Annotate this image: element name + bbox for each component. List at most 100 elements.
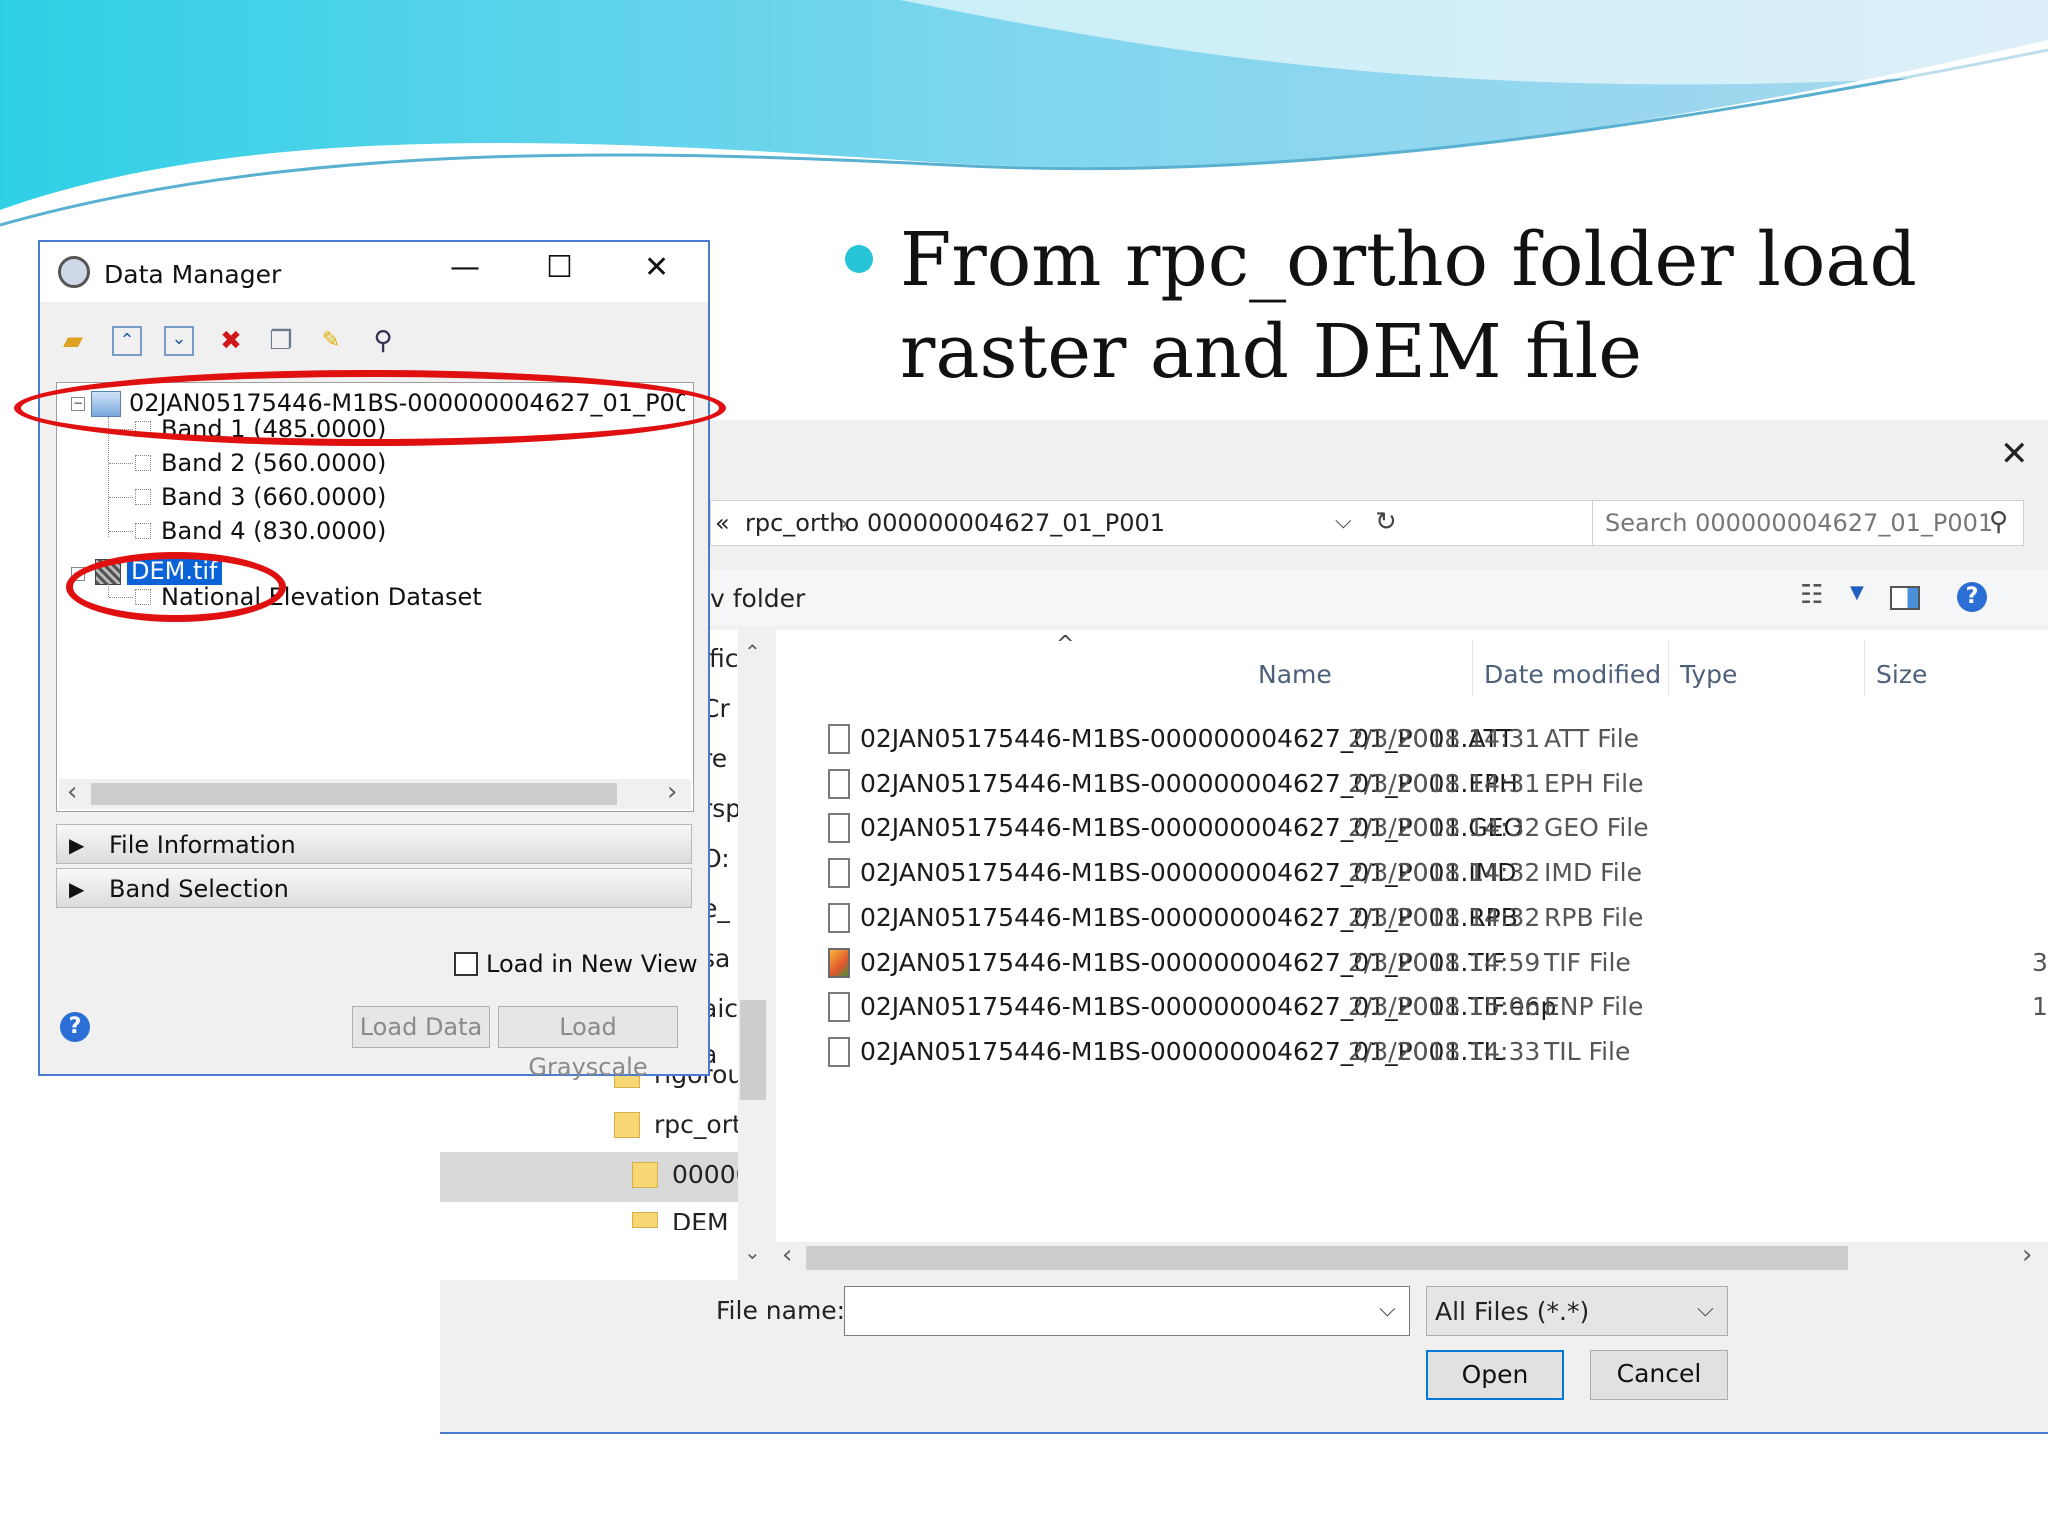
open-button[interactable]: Open [1426, 1350, 1564, 1400]
folder-icon [614, 1112, 640, 1138]
new-folder-button[interactable]: v folder [710, 584, 805, 613]
load-data-button[interactable]: Load Data [352, 1006, 490, 1048]
help-icon[interactable]: ? [60, 1012, 90, 1042]
tree-line [109, 531, 133, 532]
filter-dropdown-icon: ⌵ [1697, 1297, 1714, 1322]
search-box[interactable]: Search 000000004627_01_P001 ⚲ [1592, 500, 2024, 546]
file-type: TIF File [1544, 947, 1631, 977]
tree-hscrollbar-thumb[interactable] [91, 783, 617, 805]
help-icon[interactable]: ? [1957, 582, 1987, 612]
scroll-up-icon[interactable]: ⌃ [744, 640, 761, 664]
file-name-input[interactable]: ⌵ [844, 1286, 1410, 1336]
pin-icon[interactable]: ✎ [316, 326, 346, 356]
column-header-date[interactable]: Date modified [1484, 660, 1661, 689]
file-row[interactable]: 02JAN05175446-M1BS-000000004627_01_P001.… [776, 986, 2048, 1030]
file-type-filter-value: All Files (*.*) [1435, 1297, 1590, 1326]
band-icon [135, 455, 151, 471]
file-icon [828, 1036, 850, 1067]
tree-hscrollbar[interactable]: ‹ › [59, 777, 691, 809]
command-bar: v folder ☷ ▼ ? [710, 570, 2048, 626]
tree-line [109, 463, 133, 464]
view-dropdown-icon[interactable]: ▼ [1850, 582, 1864, 603]
highlight-oval-raster [14, 370, 726, 446]
file-row[interactable]: 02JAN05175446-M1BS-000000004627_01_P001.… [776, 897, 2048, 941]
load-in-new-view-checkbox[interactable] [454, 952, 478, 976]
band-icon [135, 489, 151, 505]
file-date: 2/3/2018 14:31 [1348, 724, 1541, 753]
file-list: ^ Name Date modified Type Size 02JAN0517… [776, 630, 2048, 1272]
column-header-size[interactable]: Size [1876, 660, 1927, 689]
column-header-name[interactable]: Name [1258, 660, 1332, 689]
preview-pane-icon[interactable] [1890, 586, 1920, 610]
file-type-filter-select[interactable]: All Files (*.*) ⌵ [1426, 1286, 1728, 1336]
band-selection-section[interactable]: ▶ Band Selection [56, 868, 692, 908]
scroll-right-icon[interactable]: › [2022, 1240, 2032, 1270]
band-icon [135, 523, 151, 539]
scroll-down-icon[interactable]: ⌄ [744, 1240, 761, 1264]
breadcrumb-current-folder[interactable]: 000000004627_01_P001 [867, 509, 1165, 537]
file-type: GEO File [1544, 813, 1649, 843]
nav-item-dem[interactable]: DEM [672, 1208, 729, 1230]
file-date: 2/3/2018 14:31 [1348, 768, 1541, 798]
band-node[interactable]: Band 2 (560.0000) [161, 449, 386, 477]
nav-item-rpc-ortho[interactable]: rpc_ort [654, 1110, 742, 1139]
load-grayscale-button[interactable]: Load Grayscale [498, 1006, 678, 1081]
scroll-left-icon[interactable]: ‹ [782, 1240, 792, 1270]
column-divider[interactable] [1472, 640, 1473, 696]
file-icon [828, 858, 850, 889]
breadcrumb-overflow[interactable]: « [715, 509, 730, 537]
file-list-hscrollbar[interactable]: ‹ › [776, 1240, 2048, 1272]
file-row[interactable]: 02JAN05175446-M1BS-000000004627_01_P001.… [776, 852, 2048, 896]
load-in-new-view-label[interactable]: Load in New View [486, 950, 698, 978]
tree-line [109, 497, 133, 498]
file-name-dropdown-icon[interactable]: ⌵ [1379, 1297, 1396, 1322]
search-input[interactable]: Search 000000004627_01_P001 [1605, 509, 1993, 537]
file-list-hscrollbar-thumb[interactable] [806, 1246, 1848, 1270]
column-divider[interactable] [1864, 640, 1865, 696]
file-size: 38 [2032, 947, 2048, 977]
header-wave-decoration [0, 0, 2048, 227]
nav-scrollbar-thumb[interactable] [740, 1000, 766, 1100]
file-information-section[interactable]: ▶ File Information [56, 824, 692, 864]
close-button[interactable]: ✕ [644, 250, 669, 285]
band-node[interactable]: Band 4 (830.0000) [161, 517, 386, 545]
section-label: File Information [109, 831, 296, 859]
file-date: 2/3/2018 15:06 [1348, 992, 1541, 1022]
scroll-left-icon[interactable]: ‹ [67, 777, 77, 807]
move-down-icon[interactable]: ⌄ [164, 326, 194, 356]
bullet-line-2: raster and DEM file [900, 309, 1643, 395]
minimize-button[interactable]: — [450, 250, 480, 285]
section-label: Band Selection [109, 875, 289, 903]
move-up-icon[interactable]: ⌃ [112, 326, 142, 356]
view-options-icon[interactable]: ☷ [1800, 580, 1823, 610]
maximize-button[interactable]: ☐ [546, 250, 573, 285]
cancel-button[interactable]: Cancel [1590, 1350, 1728, 1400]
address-dropdown-icon[interactable]: ⌵ [1335, 509, 1352, 534]
bullet-dot [845, 245, 873, 273]
expand-arrow-icon: ▶ [69, 833, 85, 857]
file-icon [828, 768, 850, 799]
search-data-icon[interactable]: ⚲ [368, 326, 398, 356]
nav-scrollbar[interactable]: ⌃ ⌄ [738, 630, 768, 1280]
file-date: 2/3/2018 14:59 [1348, 947, 1541, 977]
bullet-line-1: From rpc_ortho folder load [900, 217, 1917, 303]
band-node[interactable]: Band 3 (660.0000) [161, 483, 386, 511]
file-row[interactable]: 02JAN05175446-M1BS-000000004627_01_P001.… [776, 718, 2048, 762]
file-row[interactable]: 02JAN05175446-M1BS-000000004627_01_P001.… [776, 1031, 2048, 1075]
open-file-icon[interactable]: ▰ [58, 326, 88, 356]
file-row[interactable]: 02JAN05175446-M1BS-000000004627_01_P001.… [776, 807, 2048, 851]
scroll-right-icon[interactable]: › [667, 777, 677, 807]
data-manager-title: Data Manager [104, 260, 282, 289]
file-type: ATT File [1544, 724, 1640, 753]
dialog-close-button[interactable]: ✕ [2000, 434, 2029, 474]
remove-all-icon[interactable]: ❐ [266, 326, 296, 356]
expand-arrow-icon: ▶ [69, 877, 85, 901]
refresh-icon[interactable]: ↻ [1375, 507, 1397, 537]
tree-line [108, 417, 109, 537]
column-header-type[interactable]: Type [1680, 660, 1737, 689]
file-row[interactable]: 02JAN05175446-M1BS-000000004627_01_P001.… [776, 763, 2048, 807]
column-divider[interactable] [1668, 640, 1669, 696]
file-row[interactable]: 02JAN05175446-M1BS-000000004627_01_P001.… [776, 942, 2048, 986]
remove-icon[interactable]: ✖ [216, 326, 246, 356]
search-icon[interactable]: ⚲ [1989, 507, 2008, 537]
